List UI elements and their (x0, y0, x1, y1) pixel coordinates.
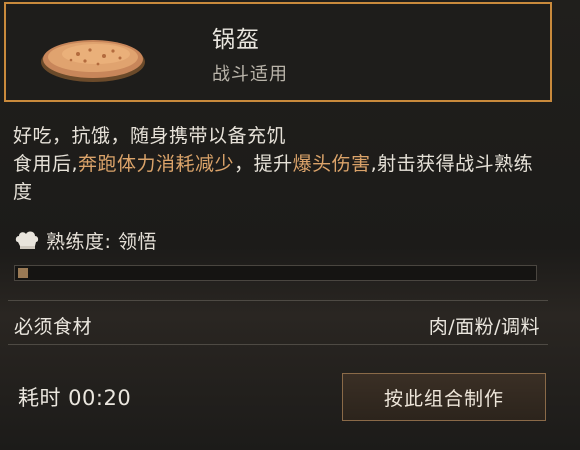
item-header: 锅盔 战斗适用 (4, 2, 552, 102)
effect-stamina: 奔跑体力消耗减少 (78, 153, 235, 175)
craft-time: 耗时 00:20 (18, 386, 132, 410)
divider (8, 300, 548, 301)
description-line-1: 好吃，抗饿，随身携带以备充饥 (13, 125, 287, 147)
proficiency-bar-fill (18, 268, 28, 278)
proficiency-bar (14, 265, 537, 281)
proficiency-row: 熟练度: 领悟 (14, 226, 157, 254)
description-text: ，提升 (234, 153, 293, 175)
item-subtitle: 战斗适用 (212, 64, 288, 85)
ingredients-label: 必须食材 (14, 316, 93, 338)
item-description: 好吃，抗饿，随身携带以备充饥 食用后,奔跑体力消耗减少，提升爆头伤害,射击获得战… (13, 122, 543, 206)
proficiency-label: 熟练度: 领悟 (46, 230, 157, 253)
ingredients-value: 肉/面粉/调料 (428, 316, 540, 338)
divider (8, 344, 548, 345)
craft-button[interactable]: 按此组合制作 (342, 373, 546, 421)
effect-headshot: 爆头伤害 (292, 153, 371, 175)
description-text: 食用后, (13, 153, 79, 175)
item-name: 锅盔 (212, 27, 260, 53)
naan-bread-icon (41, 40, 145, 82)
recipe-panel: 锅盔 战斗适用 好吃，抗饿，随身携带以备充饥 食用后,奔跑体力消耗减少，提升爆头… (0, 0, 580, 450)
chef-hat-icon (15, 231, 39, 249)
description-line-2: 食用后,奔跑体力消耗减少，提升爆头伤害,射击获得战斗熟练度 (13, 150, 543, 206)
